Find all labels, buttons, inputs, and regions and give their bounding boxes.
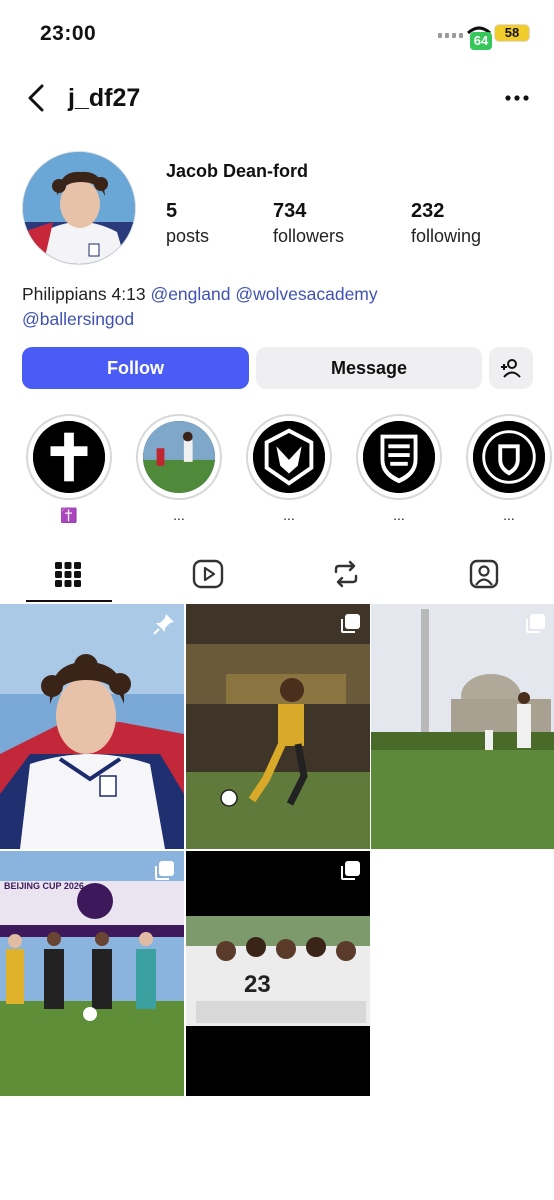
status-bar: 23:00 64 58 [0, 0, 554, 62]
banner-text: BEIJING CUP 2026 [4, 881, 84, 891]
signal-icon [438, 33, 463, 38]
back-chevron-icon[interactable] [24, 82, 50, 114]
pin-icon [153, 614, 174, 635]
following-label: following [411, 226, 482, 246]
profile-header: j_df27 [0, 72, 554, 124]
highlight-item[interactable]: ✝️ [26, 414, 112, 526]
grid-icon [55, 562, 81, 587]
status-time: 23:00 [40, 22, 97, 45]
mention-ballersingod[interactable]: @ballersingod [22, 309, 134, 329]
post-thumbnail[interactable]: 23 [186, 851, 370, 1096]
bio-text: Philippians 4:13 [22, 284, 146, 304]
wolves-logo [253, 421, 325, 493]
post-thumbnail[interactable] [371, 604, 554, 849]
carousel-icon [155, 861, 174, 880]
mention-wolvesacademy[interactable]: @wolvesacademy [235, 284, 377, 304]
carousel-icon [526, 614, 545, 633]
more-options-icon[interactable] [502, 86, 532, 110]
posts-count: 5 [166, 200, 178, 222]
highlight-label: ✝️ [60, 507, 78, 523]
posts-stat[interactable]: 5 posts [166, 199, 209, 249]
highlight-label: ... [393, 507, 405, 523]
highlight-item[interactable]: ... [246, 414, 332, 526]
display-name: Jacob Dean-ford [166, 161, 309, 181]
reposts-icon [334, 560, 358, 588]
england-badge [363, 421, 435, 493]
username-title: j_df27 [68, 84, 141, 112]
highlight-label: ... [503, 507, 515, 523]
follow-button[interactable]: Follow [22, 347, 249, 389]
reels-icon [192, 559, 224, 589]
post-thumbnail[interactable] [186, 604, 370, 849]
tab-tagged[interactable] [428, 550, 538, 600]
carousel-icon [341, 861, 360, 880]
followers-count: 734 [273, 200, 307, 222]
following-count: 232 [411, 200, 445, 222]
followers-label: followers [273, 226, 345, 246]
followers-stat[interactable]: 734 followers [273, 199, 344, 249]
post-thumbnail[interactable] [0, 604, 184, 849]
shirt-number: 23 [244, 971, 271, 998]
active-tab-indicator [26, 600, 112, 602]
following-stat[interactable]: 232 following [411, 199, 481, 249]
message-button[interactable]: Message [256, 347, 482, 389]
suggested-users-button[interactable] [489, 347, 533, 389]
cross-icon [33, 421, 105, 493]
add-user-icon [501, 359, 521, 378]
network-badge: 64 [470, 32, 492, 50]
profile-tabs [0, 550, 554, 604]
carousel-icon [341, 614, 360, 633]
football-photo [143, 421, 215, 493]
posts-label: posts [166, 226, 210, 246]
tab-reels[interactable] [152, 550, 262, 600]
highlight-item[interactable]: ... [136, 414, 222, 526]
tab-reposts[interactable] [290, 550, 400, 600]
avatar[interactable] [22, 151, 136, 265]
tab-posts-grid[interactable] [14, 550, 124, 600]
highlight-item[interactable]: ... [466, 414, 552, 526]
post-thumbnail[interactable]: BEIJING CUP 2026 [0, 851, 184, 1096]
battery-icon: 58 [494, 24, 530, 42]
scotland-badge [473, 421, 545, 493]
highlight-item[interactable]: ... [356, 414, 442, 526]
highlight-label: ... [173, 507, 185, 523]
mention-england[interactable]: @england [150, 284, 230, 304]
highlight-label: ... [283, 507, 295, 523]
bio: Philippians 4:13 @england @wolvesacademy… [22, 282, 532, 332]
tagged-icon [469, 559, 499, 589]
